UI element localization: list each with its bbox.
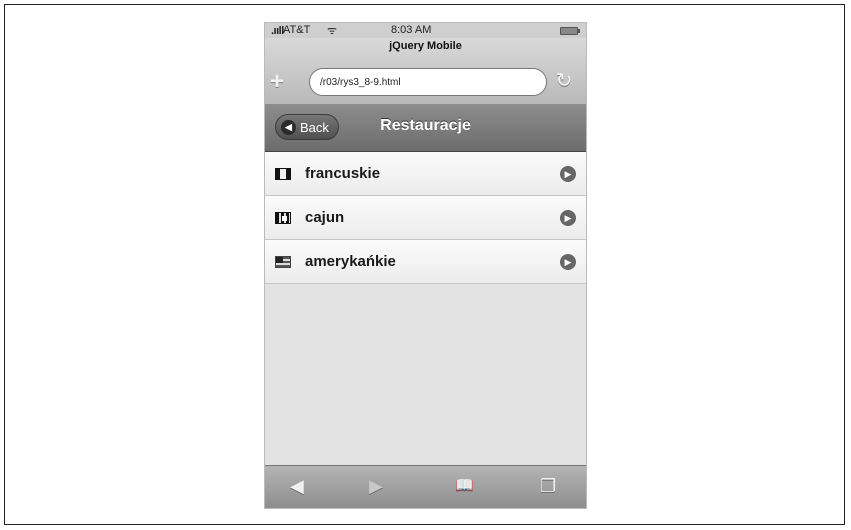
list-item-label: francuskie — [305, 165, 381, 182]
status-time: 8:03 AM — [391, 24, 432, 36]
chevron-right-icon: ▶ — [560, 210, 576, 226]
restaurant-list: francuskie ▶ cajun ▶ amerykańkie ▶ — [265, 152, 586, 284]
list-item-label: amerykańkie — [305, 253, 396, 270]
browser-toolbar: ◀ ▶ 📖 ❐ — [265, 465, 586, 508]
list-item-cajun[interactable]: cajun ▶ — [265, 196, 586, 240]
status-bar: .ııll AT&T ᯤ 8:03 AM — [265, 23, 586, 38]
reload-icon[interactable]: ↻ — [551, 68, 577, 94]
signal-icon: .ııll — [271, 25, 284, 37]
bookmarks-icon[interactable]: 📖 — [455, 475, 474, 497]
french-flag-icon — [275, 168, 291, 180]
forward-arrow-icon[interactable]: ▶ — [369, 475, 383, 497]
list-item-amerykankie[interactable]: amerykańkie ▶ — [265, 240, 586, 284]
url-field[interactable]: /r03/rys3_8-9.html — [309, 68, 547, 96]
chevron-right-icon: ▶ — [560, 166, 576, 182]
battery-icon — [560, 27, 580, 35]
header-title: Restauracje — [380, 117, 471, 134]
tabs-icon[interactable]: ❐ — [540, 475, 556, 497]
app-header: ◀ Back Restauracje — [265, 104, 586, 152]
wifi-icon: ᯤ — [327, 25, 338, 37]
add-bookmark-icon[interactable]: + — [270, 70, 284, 94]
us-flag-icon — [275, 256, 291, 268]
page-title: jQuery Mobile — [389, 40, 462, 52]
list-item-label: cajun — [305, 209, 345, 226]
back-arrow-icon[interactable]: ◀ — [290, 475, 304, 497]
carrier-label: AT&T — [283, 24, 311, 36]
iphone-screen: .ııll AT&T ᯤ 8:03 AM jQuery Mobile + /r0… — [264, 22, 587, 509]
cajun-flag-icon — [275, 212, 291, 224]
list-item-francuskie[interactable]: francuskie ▶ — [265, 152, 586, 196]
safari-address-bar: jQuery Mobile + /r03/rys3_8-9.html ↻ — [265, 38, 586, 105]
chevron-right-icon: ▶ — [560, 254, 576, 270]
